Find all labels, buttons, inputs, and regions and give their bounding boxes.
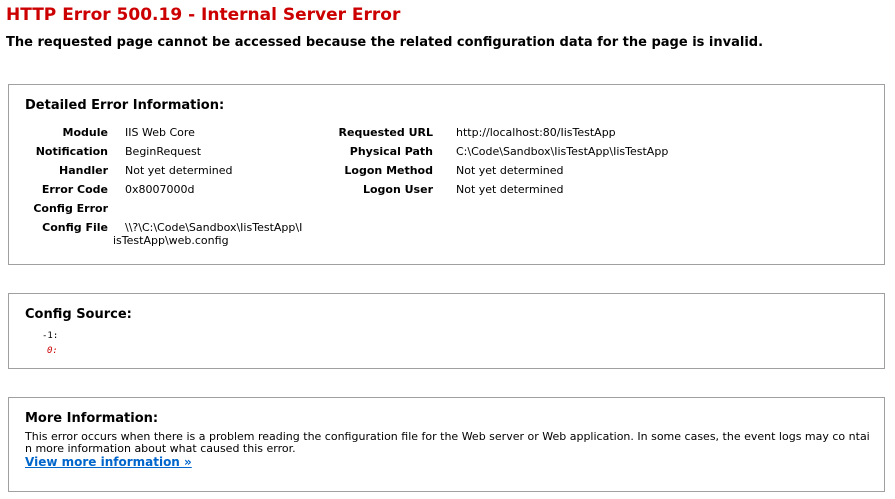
config-source-error-line: 0:: [47, 346, 58, 356]
config-source-line: -1:: [42, 331, 59, 341]
detail-value-line1: \\?\C:\Code\Sandbox\IisTestApp\I: [125, 221, 303, 234]
detail-label: Requested URL: [338, 126, 433, 139]
detail-value: 0x8007000d: [125, 183, 195, 196]
detail-label: Logon Method: [344, 164, 433, 177]
more-info-heading: More Information:: [25, 411, 159, 426]
detail-value: http://localhost:80/IisTestApp: [456, 126, 616, 139]
detail-label: Config Error: [33, 202, 108, 215]
config-source-box: Config Source: -1: 0:: [8, 293, 885, 369]
detail-value: Not yet determined: [456, 164, 564, 177]
detail-label: Handler: [59, 164, 108, 177]
detailed-error-heading: Detailed Error Information:: [25, 98, 225, 113]
detail-label: Physical Path: [349, 145, 433, 158]
error-title: HTTP Error 500.19 - Internal Server Erro…: [6, 5, 401, 25]
detail-label: Logon User: [362, 183, 433, 196]
more-info-text: This error occurs when there is a proble…: [25, 430, 870, 455]
detail-label: Config File: [42, 221, 108, 234]
detail-value-line2: isTestApp\web.config: [113, 234, 229, 247]
detail-value: C:\Code\Sandbox\IisTestApp\IisTestApp: [456, 145, 669, 158]
detailed-error-box: Detailed Error Information: Module IIS W…: [8, 84, 885, 265]
detail-row-config-file: Config File \\?\C:\Code\Sandbox\IisTestA…: [9, 221, 409, 249]
config-source-heading: Config Source:: [25, 307, 132, 322]
more-info-box: More Information: This error occurs when…: [8, 397, 885, 492]
detail-value: BeginRequest: [125, 145, 202, 158]
detail-label: Notification: [35, 145, 108, 158]
detail-label: Module: [62, 126, 108, 139]
detail-value: IIS Web Core: [125, 126, 195, 139]
detail-value: Not yet determined: [456, 183, 564, 196]
error-subtitle: The requested page cannot be accessed be…: [6, 35, 764, 50]
view-more-information-link[interactable]: View more information »: [25, 455, 192, 469]
detail-value: Not yet determined: [125, 164, 233, 177]
error-page: HTTP Error 500.19 - Internal Server Erro…: [0, 0, 895, 499]
detail-label: Error Code: [41, 183, 108, 196]
